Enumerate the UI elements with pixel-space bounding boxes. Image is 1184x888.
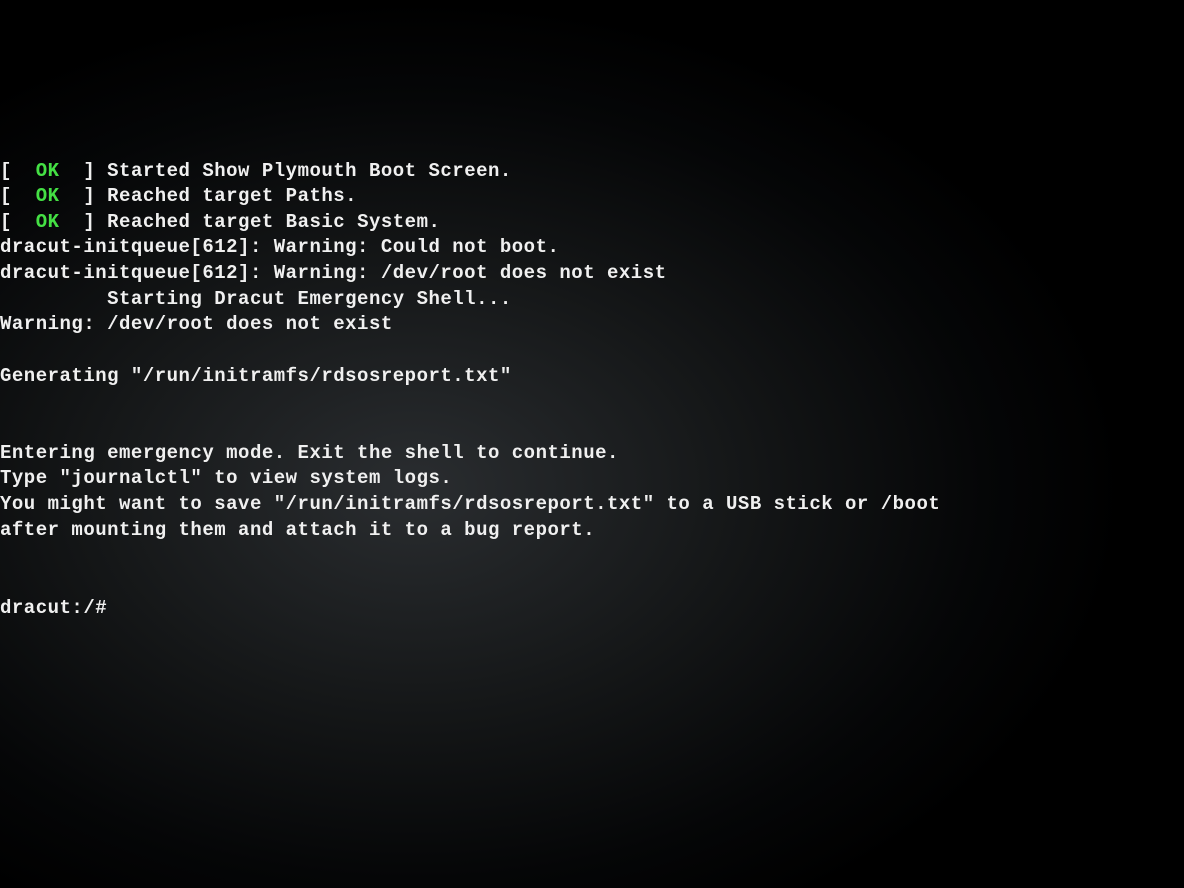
- terminal-line: after mounting them and attach it to a b…: [0, 518, 1184, 544]
- terminal-text: Starting Dracut Emergency Shell...: [0, 288, 512, 310]
- terminal-text: ] Reached target Basic System.: [60, 211, 441, 233]
- status-ok: OK: [36, 185, 60, 207]
- status-ok: OK: [36, 211, 60, 233]
- terminal-line: dracut-initqueue[612]: Warning: Could no…: [0, 235, 1184, 261]
- terminal-line: [ OK ] Started Show Plymouth Boot Screen…: [0, 159, 1184, 185]
- terminal-text: ] Started Show Plymouth Boot Screen.: [60, 160, 512, 182]
- terminal-text: after mounting them and attach it to a b…: [0, 519, 595, 541]
- terminal-line: Generating "/run/initramfs/rdsosreport.t…: [0, 364, 1184, 390]
- terminal-text: Warning: /dev/root does not exist: [0, 313, 393, 335]
- terminal-line: [ OK ] Reached target Basic System.: [0, 210, 1184, 236]
- terminal-text: dracut-initqueue[612]: Warning: /dev/roo…: [0, 262, 667, 284]
- terminal-text: Type "journalctl" to view system logs.: [0, 467, 452, 489]
- terminal-line: [ OK ] Reached target Paths.: [0, 184, 1184, 210]
- terminal-text: [: [0, 185, 36, 207]
- status-ok: OK: [36, 160, 60, 182]
- terminal-text: dracut:/#: [0, 597, 119, 619]
- terminal-line: You might want to save "/run/initramfs/r…: [0, 492, 1184, 518]
- terminal-text: [: [0, 211, 36, 233]
- terminal-line: [0, 569, 1184, 595]
- terminal-line: [0, 389, 1184, 415]
- terminal-line: [0, 543, 1184, 569]
- terminal-text: You might want to save "/run/initramfs/r…: [0, 493, 940, 515]
- terminal-text: dracut-initqueue[612]: Warning: Could no…: [0, 236, 559, 258]
- terminal-line: Starting Dracut Emergency Shell...: [0, 287, 1184, 313]
- terminal-text: [: [0, 160, 36, 182]
- terminal-line: Type "journalctl" to view system logs.: [0, 466, 1184, 492]
- terminal-text: Generating "/run/initramfs/rdsosreport.t…: [0, 365, 512, 387]
- terminal-text: Entering emergency mode. Exit the shell …: [0, 442, 619, 464]
- terminal-line: Entering emergency mode. Exit the shell …: [0, 441, 1184, 467]
- terminal-line: Warning: /dev/root does not exist: [0, 312, 1184, 338]
- terminal-text: ] Reached target Paths.: [60, 185, 358, 207]
- terminal-line: [0, 338, 1184, 364]
- terminal-line: [0, 415, 1184, 441]
- terminal-output: [ OK ] Started Show Plymouth Boot Screen…: [0, 159, 1184, 622]
- shell-prompt[interactable]: dracut:/#: [0, 596, 1184, 622]
- terminal-line: dracut-initqueue[612]: Warning: /dev/roo…: [0, 261, 1184, 287]
